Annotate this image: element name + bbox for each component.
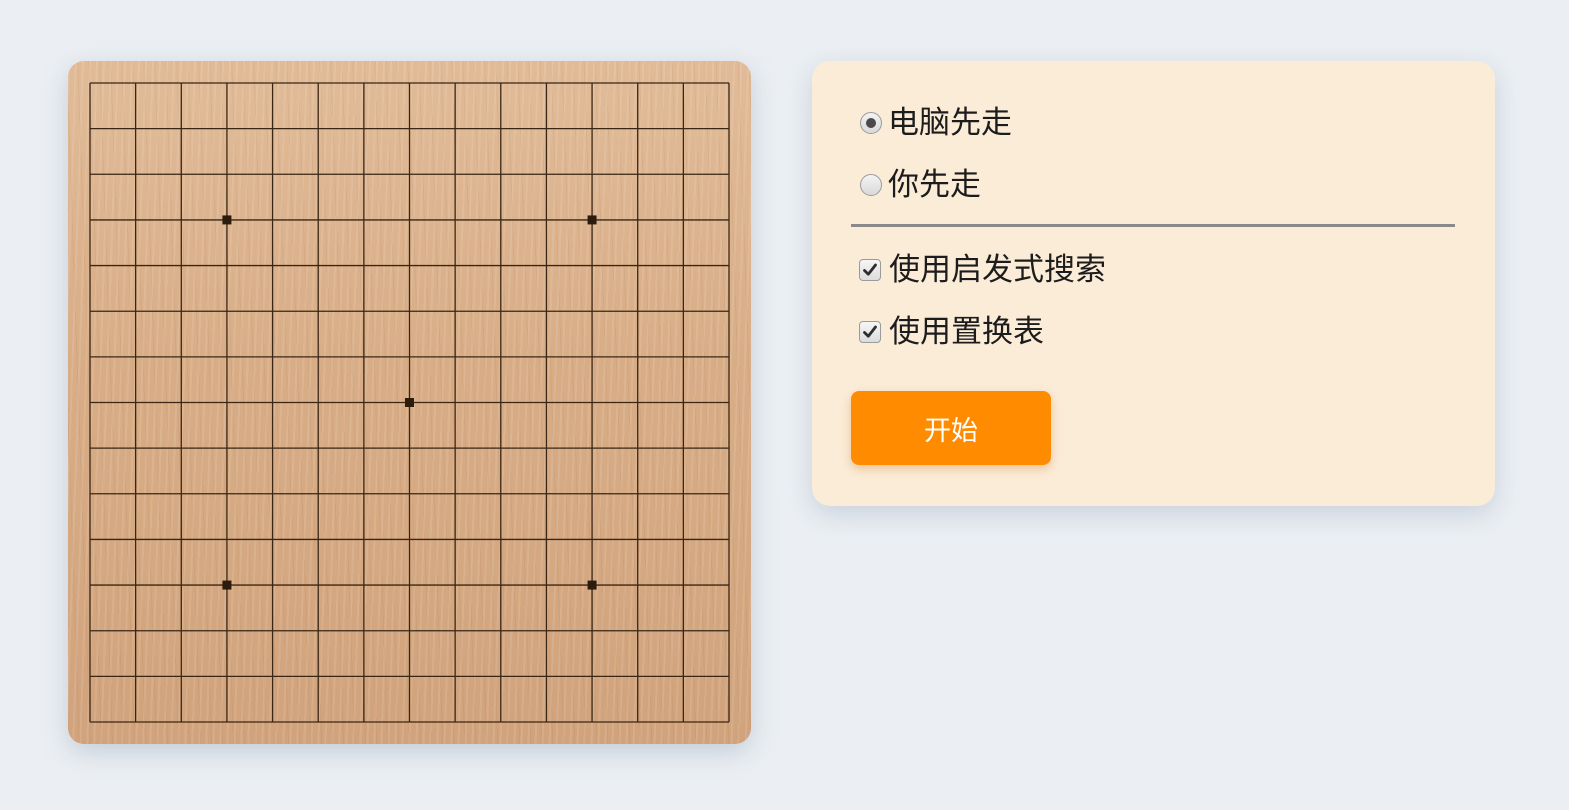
radio-computer-first-label: 电脑先走 (888, 105, 1012, 141)
radio-computer-first[interactable]: 电脑先走 (860, 103, 1012, 143)
checkbox-heuristic-search-label: 使用启发式搜索 (889, 252, 1106, 288)
board-grid[interactable] (68, 61, 751, 744)
start-button[interactable]: 开始 (851, 391, 1051, 465)
divider (851, 224, 1455, 227)
checkbox-transposition-table-label: 使用置换表 (889, 314, 1044, 350)
star-point (405, 398, 414, 407)
checkbox-heuristic-search[interactable]: 使用启发式搜索 (859, 250, 1106, 290)
radio-you-first-indicator[interactable] (860, 174, 882, 196)
checkbox-heuristic-search-box[interactable] (859, 259, 881, 281)
star-point (587, 580, 597, 590)
star-point (222, 215, 232, 225)
gomoku-board[interactable] (68, 61, 751, 744)
settings-panel: 电脑先走 你先走 使用启发式搜索 使用置换表 开始 (812, 61, 1495, 506)
checkmark-icon (863, 263, 877, 276)
radio-you-first-label: 你先走 (888, 167, 981, 203)
star-point (587, 215, 597, 225)
radio-you-first[interactable]: 你先走 (860, 165, 981, 205)
radio-computer-first-indicator[interactable] (860, 112, 882, 134)
checkbox-transposition-table-box[interactable] (859, 321, 881, 343)
checkmark-icon (863, 325, 877, 338)
checkbox-transposition-table[interactable]: 使用置换表 (859, 312, 1044, 352)
star-point (222, 580, 232, 590)
